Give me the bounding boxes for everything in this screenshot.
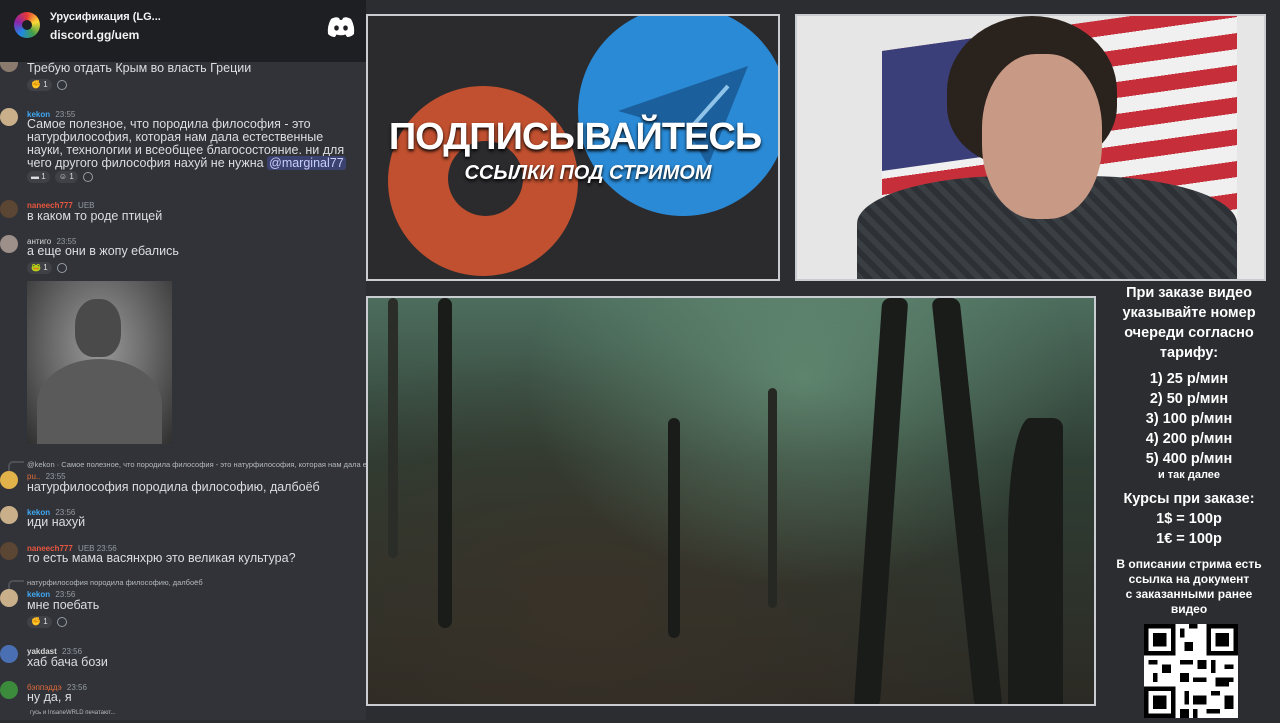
order-info-line: тарифу: [1159,345,1219,361]
qr-code[interactable] [1144,624,1238,718]
server-header: Урусификация (LG... discord.gg/uem [0,0,366,62]
typing-indicator: гусь и InsaneWRLD печатают... [30,710,116,716]
message-text: Самое полезное, что породила философия -… [27,117,346,170]
discord-logo-icon [327,17,355,37]
server-invite-link[interactable]: discord.gg/uem [50,28,139,42]
promo-title: ПОДПИСЫВАЙТЕСЬ [388,116,762,158]
rates-heading: Курсы при заказе: [1123,491,1255,507]
message-text: а еще они в жопу ебались [27,244,179,258]
chat-message: naneech777 UEB в каком то роде птицей [0,198,366,226]
message-text: натурфилософия породила философию, далбо… [27,480,320,494]
order-info: При заказе видео указывайте номер очеред… [1100,283,1278,617]
message-text: то есть мама васянхрю это великая культу… [27,551,296,565]
tariff-item: 2) 50 р/мин [1149,391,1229,407]
avatar [0,542,18,560]
chat-message: kekon 23:55 Самое полезное, что породила… [0,106,366,184]
gif-figure-body [37,359,162,444]
reaction-bar: ✊ 1 [27,78,67,91]
reaction-bar: ▬ 1 ☺ 1 [27,170,93,183]
avatar [0,645,18,663]
server-icon[interactable] [14,12,40,38]
reply-preview[interactable]: @kekon · Самое полезное, что породила фи… [27,458,366,471]
chat-message: kekon 23:56 иди нахуй [0,505,366,531]
tariff-item: 4) 200 р/мин [1145,431,1233,447]
reaction-button[interactable]: ☺ 1 [54,171,78,183]
tariff-item: 1) 25 р/мин [1149,371,1229,387]
add-reaction-icon[interactable] [56,262,67,273]
chat-message: антиго 23:55 а еще они в жопу ебались 🐸 … [0,234,366,274]
description-note: В описании стрима есть ссылка на докумен… [1116,557,1262,616]
server-name[interactable]: Урусификация (LG... [50,11,161,23]
message-text: Требую отдать Крым во власть Греции [27,61,252,75]
reaction-button[interactable]: ▬ 1 [27,171,50,183]
reaction-button[interactable]: ✊ 1 [27,616,52,628]
order-info-line: указывайте номер [1122,305,1256,321]
reaction-bar: 🐸 1 [27,261,67,274]
tariff-list: 1) 25 р/мин 2) 50 р/мин 3) 100 р/мин 4) … [1100,369,1278,481]
promo-subtitle: ССЫЛКИ ПОД СТРИМОМ [464,162,712,184]
message-text: ну да, я [27,690,72,704]
message-text: в каком то роде птицей [27,209,163,223]
rate-item: 1$ = 100р [1156,511,1222,527]
reaction-button[interactable]: ✊ 1 [27,79,52,91]
avatar [0,108,18,126]
discord-chat-panel: Требую отдать Крым во власть Греции ✊ 1 … [0,0,366,720]
rate-item: 1€ = 100р [1156,531,1222,547]
avatar [0,235,18,253]
gif-figure-head [75,299,121,357]
user-mention[interactable]: @marginal77 [267,156,346,170]
order-info-line: очереди согласно [1124,325,1254,341]
reply-connector [8,461,24,471]
add-reaction-icon[interactable] [56,616,67,627]
avatar [0,471,18,489]
message-text: мне поебать [27,598,100,612]
message-text: иди нахуй [27,515,86,529]
order-info-line: При заказе видео [1126,285,1252,301]
video-player[interactable] [366,296,1096,706]
tariff-item: 3) 100 р/мин [1145,411,1233,427]
chat-message: naneech777 UEB 23:56 то есть мама васянх… [0,541,366,567]
tariff-more: и так далее [1157,469,1221,481]
telegram-logo-icon [578,16,778,216]
reaction-button[interactable]: 🐸 1 [27,262,52,274]
chat-message: Требую отдать Крым во власть Греции ✊ 1 [0,54,366,92]
add-reaction-icon[interactable] [83,171,93,182]
streamer [857,16,1237,279]
avatar [0,589,18,607]
webcam-feed [795,14,1266,281]
chat-message: yakdast 23:56 хаб бача бози [0,644,366,670]
reaction-bar: ✊ 1 [27,615,67,628]
chat-message: бэппэддэ 23:56 ну да, я [0,680,366,706]
avatar [0,200,18,218]
avatar [0,506,18,524]
promo-banner: ПОДПИСЫВАЙТЕСЬ ССЫЛКИ ПОД СТРИМОМ [366,14,780,281]
avatar [0,681,18,699]
chat-message: натурфилософия породила философию, далбо… [0,576,366,630]
gif-attachment[interactable] [27,281,172,444]
add-reaction-icon[interactable] [56,79,67,90]
chat-message: @kekon · Самое полезное, что породила фи… [0,457,366,497]
message-text: хаб бача бози [27,655,108,669]
tariff-item: 5) 400 р/мин [1145,451,1233,467]
